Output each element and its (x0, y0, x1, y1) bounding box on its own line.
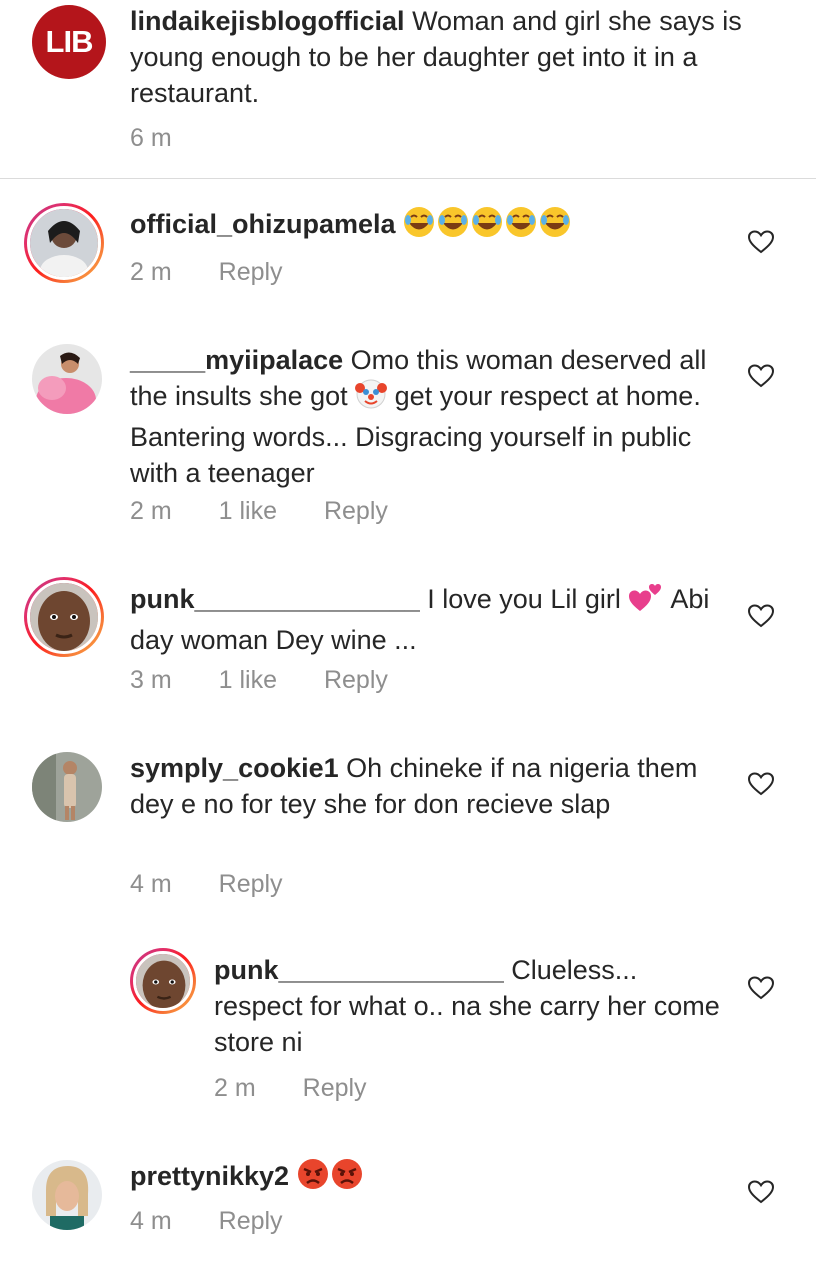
comment-meta: 2 m Reply (214, 1073, 407, 1103)
comment-username[interactable]: punk_______________ (214, 955, 504, 985)
heart-icon[interactable] (748, 1180, 774, 1204)
avatar-photo-icon (32, 752, 102, 822)
comment-username[interactable]: symply_cookie1 (130, 753, 339, 783)
caption-time: 6 m (130, 124, 172, 152)
avatar[interactable] (32, 752, 102, 822)
avatar-photo-icon (30, 583, 98, 651)
caption-meta: 6 m (130, 123, 212, 153)
two-hearts-emoji-icon (628, 581, 664, 622)
heart-icon[interactable] (748, 772, 774, 796)
comment-meta: 2 m Reply (130, 257, 323, 287)
comment-body: I love you Lil girl (419, 584, 621, 614)
comment-text: punk_______________ I love you Lil girl … (130, 581, 730, 658)
comment-meta: 3 m 1 like Reply (130, 665, 428, 695)
comment-meta: 2 m 1 like Reply (130, 496, 428, 526)
comment-time: 3 m (130, 666, 172, 694)
comment-text: _____myiipalace Omo this woman deserved … (130, 342, 730, 491)
avatar[interactable] (130, 948, 196, 1014)
comment-text: prettynikky2 (130, 1158, 730, 1199)
comment-text: symply_cookie1 Oh chineke if na nigeria … (130, 750, 730, 822)
angry-face-emoji-icon (297, 1158, 363, 1199)
post-caption: LIB lindaikejisblogofficial Woman and gi… (0, 0, 816, 178)
reply-button[interactable]: Reply (324, 497, 388, 525)
comment-time: 2 m (130, 497, 172, 525)
comment-time: 2 m (214, 1074, 256, 1102)
avatar[interactable] (24, 203, 104, 283)
comment-time: 4 m (130, 870, 172, 898)
heart-icon[interactable] (748, 230, 774, 254)
reply-button[interactable]: Reply (303, 1074, 367, 1102)
avatar-photo-icon (32, 1160, 102, 1230)
avatar[interactable] (32, 1160, 102, 1230)
divider (0, 178, 816, 179)
comment-username[interactable]: prettynikky2 (130, 1161, 289, 1191)
comment-meta: 4 m Reply (130, 1206, 323, 1236)
caption-username[interactable]: lindaikejisblogofficial (130, 6, 405, 36)
reply-button[interactable]: Reply (219, 870, 283, 898)
reply-button[interactable]: Reply (219, 1207, 283, 1235)
comment-meta: 4 m Reply (130, 869, 323, 899)
tears-of-joy-emoji-icon (403, 206, 571, 247)
comment-username[interactable]: punk_______________ (130, 584, 420, 614)
avatar[interactable] (24, 577, 104, 657)
comment-username[interactable]: _____myiipalace (130, 345, 343, 375)
comment-time: 2 m (130, 258, 172, 286)
comment-time: 4 m (130, 1207, 172, 1235)
like-count[interactable]: 1 like (219, 497, 277, 525)
like-count[interactable]: 1 like (219, 666, 277, 694)
clown-face-emoji-icon (355, 378, 388, 419)
avatar-photo-icon (136, 954, 190, 1008)
avatar-photo-icon (30, 209, 98, 277)
heart-icon[interactable] (748, 604, 774, 628)
avatar[interactable] (32, 344, 102, 414)
lib-avatar[interactable]: LIB (32, 5, 106, 79)
comment-text: punk_______________ Clueless... respect … (214, 952, 724, 1060)
heart-icon[interactable] (748, 976, 774, 1000)
comment-username[interactable]: official_ohizupamela (130, 209, 396, 239)
avatar-photo-icon (32, 344, 102, 414)
heart-icon[interactable] (748, 364, 774, 388)
reply-button[interactable]: Reply (219, 258, 283, 286)
caption-text: lindaikejisblogofficial Woman and girl s… (130, 3, 760, 111)
comment-text: official_ohizupamela (130, 206, 730, 247)
reply-button[interactable]: Reply (324, 666, 388, 694)
